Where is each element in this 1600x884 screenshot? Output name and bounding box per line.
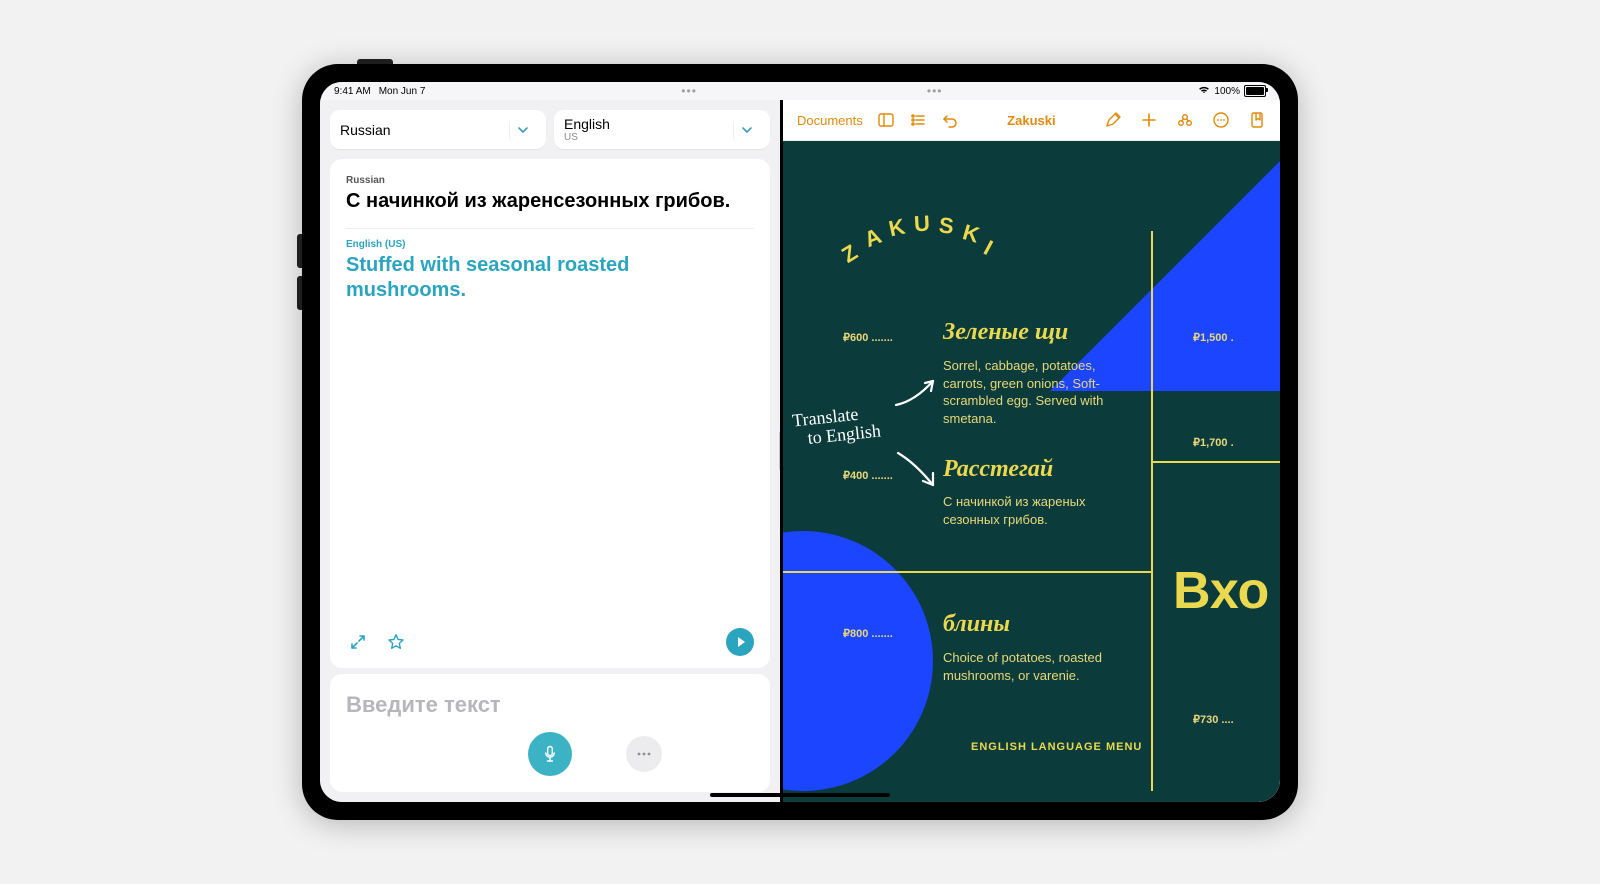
source-text: С начинкой из жаренсезонных грибов.: [346, 189, 754, 214]
source-language-label: Russian: [340, 122, 509, 138]
menu-rule-horiz: [783, 571, 1151, 573]
battery-icon: [1244, 85, 1266, 97]
translated-text: Stuffed with seasonal roasted mushrooms.: [346, 253, 754, 303]
more-icon[interactable]: [1212, 111, 1230, 129]
decor-circle: [783, 531, 933, 791]
dish3-title: блины: [943, 611, 1010, 638]
outline-icon[interactable]: [909, 111, 927, 129]
bookmark-icon[interactable]: [1248, 111, 1266, 129]
wifi-icon: [1198, 85, 1210, 97]
chevron-down-icon: [509, 121, 536, 139]
side-heading: Вхо: [1173, 561, 1269, 621]
brand-letter: K: [886, 214, 907, 243]
chevron-down-icon: [733, 121, 760, 139]
language-selector-row: Russian English US: [320, 100, 780, 159]
target-language-sublabel: US: [564, 132, 733, 143]
card-separator: [346, 228, 754, 229]
status-bar: 9:41 AM Mon Jun 7 ••• ••• 100%: [320, 82, 1280, 100]
translation-card: Russian С начинкой из жаренсезонных гриб…: [330, 159, 770, 668]
share-icon[interactable]: [1176, 111, 1194, 129]
add-icon[interactable]: [1140, 111, 1158, 129]
document-title: Zakuski: [1007, 113, 1055, 128]
brand-letter: I: [979, 235, 997, 261]
translate-app: Russian English US: [320, 100, 780, 802]
text-input[interactable]: Введите текст: [346, 692, 754, 718]
price-right1: ₽1,500 .: [1193, 331, 1234, 344]
notes-app: Documents Zakuski: [780, 100, 1280, 802]
battery-pct: 100%: [1214, 86, 1240, 97]
brand-letter: Z: [837, 239, 862, 268]
price-right3: ₽730 ....: [1193, 713, 1234, 726]
target-language-selector[interactable]: English US: [554, 110, 770, 149]
handwriting-arrow-up: [893, 371, 943, 416]
microphone-button[interactable]: [528, 732, 572, 776]
back-button[interactable]: Documents: [797, 113, 863, 128]
undo-icon[interactable]: [941, 111, 959, 129]
favorite-icon[interactable]: [384, 630, 408, 654]
dish2-title: Расстегай: [943, 456, 1053, 483]
volume-up-button: [297, 234, 302, 268]
brand-letter: U: [913, 211, 930, 238]
multitask-dots-right[interactable]: •••: [927, 88, 943, 94]
more-options-button[interactable]: [626, 736, 662, 772]
volume-down-button: [297, 276, 302, 310]
price-dish3: ₽800 .......: [843, 627, 893, 640]
home-indicator[interactable]: [710, 793, 890, 797]
multitask-dots-left[interactable]: •••: [681, 88, 697, 94]
price-dish2: ₽400 .......: [843, 469, 893, 482]
dish2-desc: С начинкой из жареных сезонных грибов.: [943, 493, 1113, 528]
status-date: Mon Jun 7: [379, 86, 426, 97]
status-time: 9:41 AM: [334, 86, 371, 97]
dish1-title: Зеленые щи: [943, 319, 1068, 346]
target-language-name: English (US): [346, 239, 754, 250]
play-audio-button[interactable]: [726, 628, 754, 656]
brand-letter: A: [861, 223, 885, 253]
screen: 9:41 AM Mon Jun 7 ••• ••• 100%: [320, 82, 1280, 802]
menu-footer: ENGLISH LANGUAGE MENU: [971, 741, 1142, 753]
notes-toolbar: Documents Zakuski: [783, 100, 1280, 141]
pen-tool-icon[interactable]: [1104, 111, 1122, 129]
power-button: [357, 59, 393, 64]
price-right2: ₽1,700 .: [1193, 436, 1234, 449]
menu-rule-horiz2: [1151, 461, 1280, 463]
ipad-frame: 9:41 AM Mon Jun 7 ••• ••• 100%: [302, 64, 1298, 820]
handwriting-note: Translate to English: [791, 403, 881, 450]
sidebar-toggle-icon[interactable]: [877, 111, 895, 129]
target-language-label: English: [564, 116, 733, 132]
menu-rule-vert: [1151, 231, 1153, 791]
handwriting-arrow-down: [895, 449, 945, 498]
split-view: Russian English US: [320, 100, 1280, 802]
price-dish1: ₽600 .......: [843, 331, 893, 344]
brand-letter: S: [938, 212, 955, 239]
brand-letter: K: [960, 219, 982, 248]
document-canvas[interactable]: Z A K U S K I ₽600 ....... Зеленые щи So…: [783, 141, 1280, 802]
dish1-desc: Sorrel, cabbage, potatoes, carrots, gree…: [943, 357, 1113, 427]
source-language-selector[interactable]: Russian: [330, 110, 546, 149]
dish3-desc: Choice of potatoes, roasted mushrooms, o…: [943, 649, 1113, 684]
expand-icon[interactable]: [346, 630, 370, 654]
card-actions: [346, 628, 754, 656]
input-card: Введите текст: [330, 674, 770, 792]
source-language-name: Russian: [346, 175, 754, 186]
